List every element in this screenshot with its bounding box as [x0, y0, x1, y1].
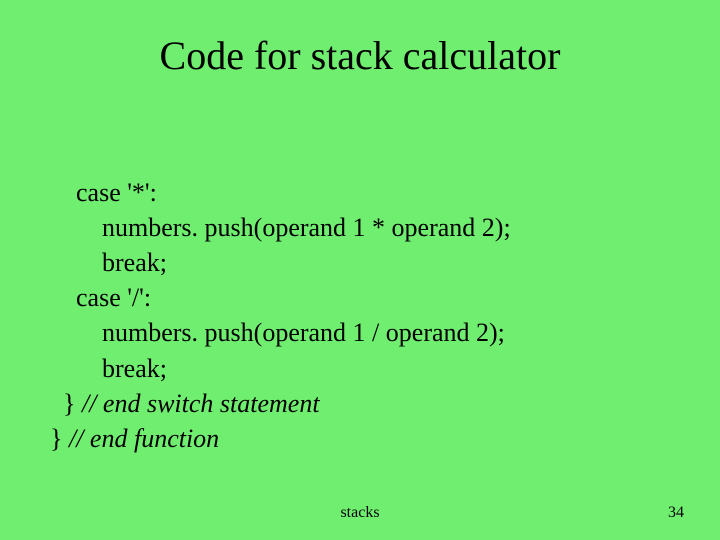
code-line-4: case '/': — [76, 283, 151, 312]
brace-close-2: } — [50, 424, 69, 453]
code-block: case '*': numbers. push(operand 1 * oper… — [50, 140, 511, 456]
brace-close-1: } — [63, 389, 82, 418]
code-line-1: case '*': — [76, 178, 157, 207]
comment-2: // end function — [69, 424, 219, 453]
code-line-3: break; — [102, 248, 167, 277]
footer-label: stacks — [0, 504, 720, 522]
code-line-6: break; — [102, 354, 167, 383]
slide-title: Code for stack calculator — [0, 0, 720, 79]
page-number: 34 — [668, 504, 684, 522]
code-line-2: numbers. push(operand 1 * operand 2); — [102, 213, 511, 242]
comment-1: // end switch statement — [82, 389, 320, 418]
code-line-5: numbers. push(operand 1 / operand 2); — [102, 318, 505, 347]
